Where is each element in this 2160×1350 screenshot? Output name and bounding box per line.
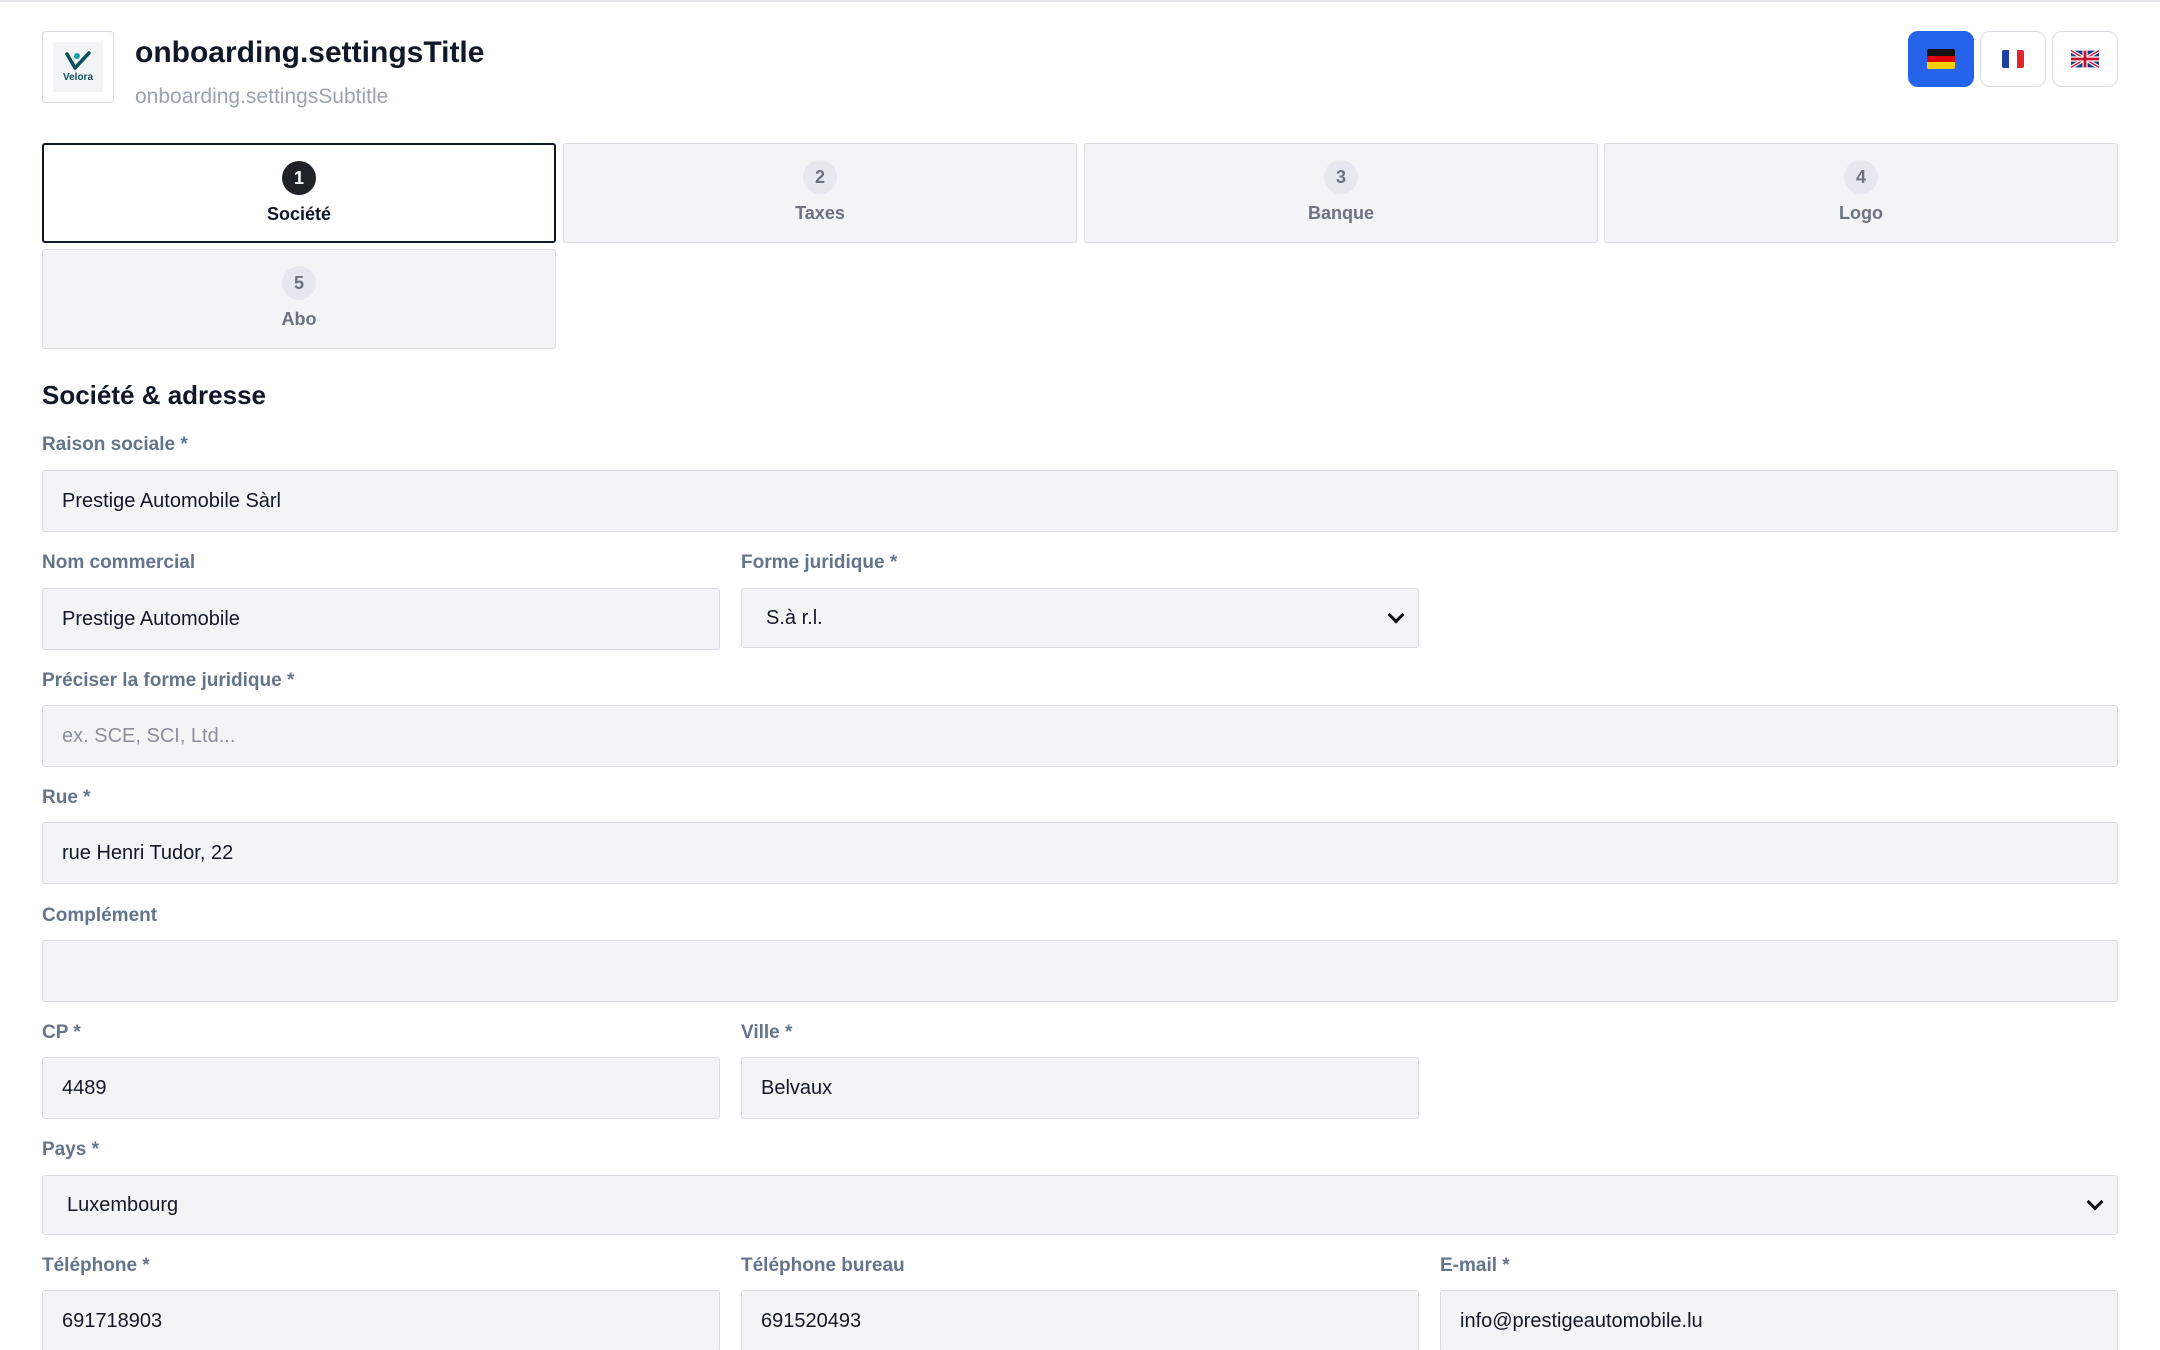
legal-form-select[interactable]: S.à r.l. <box>741 588 1419 648</box>
city-label: Ville * <box>741 1022 793 1043</box>
trade-name-input[interactable] <box>42 588 720 650</box>
chevron-down-icon <box>1387 606 1405 624</box>
country-select[interactable]: Luxembourg <box>42 1175 2118 1235</box>
step-label: Abo <box>281 309 317 329</box>
step-logo[interactable]: 4 Logo <box>1604 143 2118 243</box>
logo-mark-icon <box>65 51 91 70</box>
step-number: 4 <box>1844 160 1878 194</box>
logo-text: Velora <box>62 72 94 83</box>
street-label: Rue * <box>42 787 91 808</box>
language-button-fr[interactable] <box>1980 31 2046 87</box>
step-label: Logo <box>1839 203 1883 223</box>
step-subscription[interactable]: 5 Abo <box>42 249 556 349</box>
step-label: Taxes <box>795 203 845 223</box>
step-number: 1 <box>282 161 316 195</box>
flag-fr-icon <box>2002 50 2024 68</box>
complement-input[interactable] <box>42 940 2118 1002</box>
section-title: Société & adresse <box>42 380 267 410</box>
trade-name-label: Nom commercial <box>42 552 196 573</box>
postcode-label: CP * <box>42 1022 81 1043</box>
step-label: Banque <box>1307 203 1374 223</box>
street-input[interactable] <box>42 822 2118 884</box>
page-title: onboarding.settingsTitle <box>135 36 485 69</box>
step-label: Société <box>266 204 332 224</box>
legal-form-label: Forme juridique * <box>741 552 898 573</box>
step-number: 5 <box>282 266 316 300</box>
country-value: Luxembourg <box>67 1193 179 1216</box>
language-button-gb[interactable] <box>2052 31 2118 87</box>
country-label: Pays * <box>42 1139 100 1160</box>
top-border <box>0 0 2160 2</box>
step-taxes[interactable]: 2 Taxes <box>563 143 1077 243</box>
city-input[interactable] <box>741 1057 1419 1119</box>
company-name-label: Raison sociale * <box>42 434 188 455</box>
phone-input[interactable] <box>42 1290 720 1350</box>
legal-form-detail-label: Préciser la forme juridique * <box>42 670 295 691</box>
complement-label: Complément <box>42 905 158 926</box>
email-label: E-mail * <box>1440 1255 1510 1276</box>
company-logo: Velora <box>42 31 114 103</box>
email-input[interactable] <box>1440 1290 2118 1350</box>
legal-form-value: S.à r.l. <box>766 606 823 629</box>
phone-label: Téléphone * <box>42 1255 150 1276</box>
flag-de-icon <box>1927 49 1955 69</box>
legal-form-detail-input[interactable] <box>42 705 2118 767</box>
step-number: 2 <box>803 160 837 194</box>
office-phone-input[interactable] <box>741 1290 1419 1350</box>
step-company[interactable]: 1 Société <box>42 143 556 243</box>
step-number: 3 <box>1324 160 1358 194</box>
page-subtitle: onboarding.settingsSubtitle <box>135 85 389 108</box>
step-bank[interactable]: 3 Banque <box>1084 143 1598 243</box>
language-button-de[interactable] <box>1908 31 1974 87</box>
office-phone-label: Téléphone bureau <box>741 1255 905 1276</box>
company-name-input[interactable] <box>42 470 2118 532</box>
flag-gb-icon <box>2071 50 2099 68</box>
chevron-down-icon <box>2086 1193 2104 1211</box>
postcode-input[interactable] <box>42 1057 720 1119</box>
